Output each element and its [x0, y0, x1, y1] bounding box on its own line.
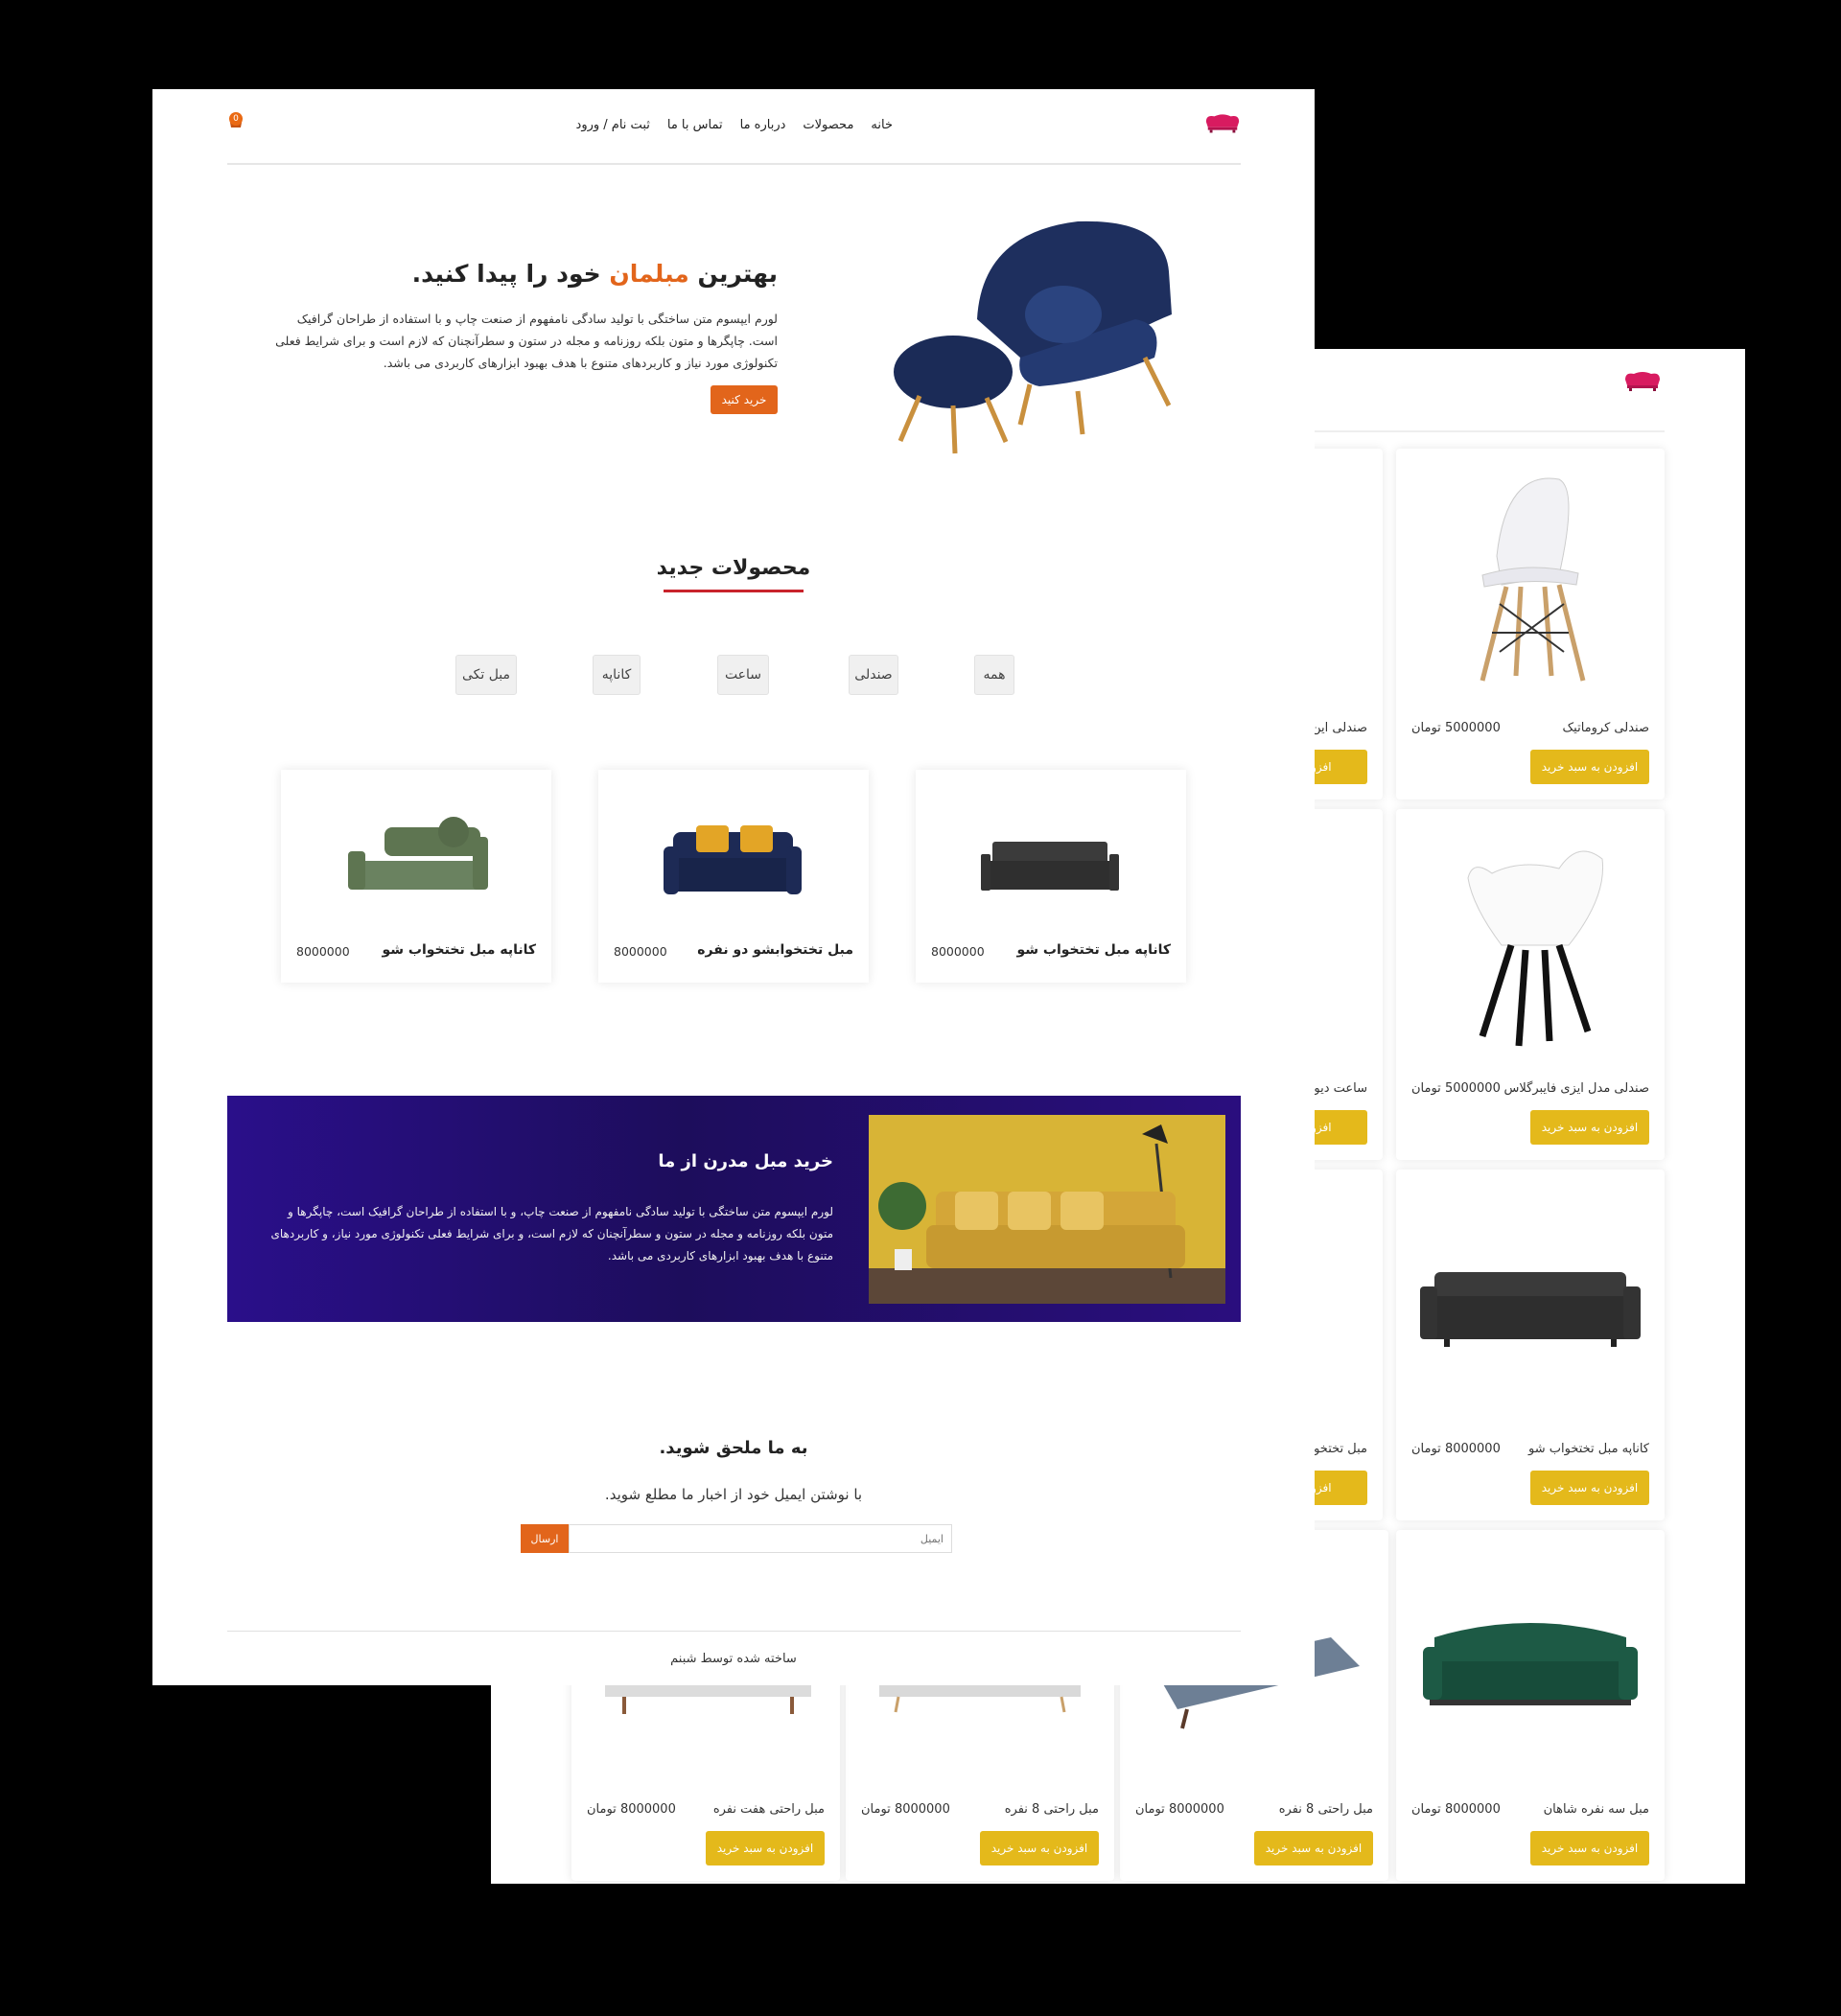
product-card[interactable]: مبل سه نفره شاهان 8000000 تومان افزودن ب… — [1396, 1530, 1665, 1881]
add-to-cart-button[interactable]: افزودن به سبد خرید — [1254, 1831, 1373, 1865]
add-to-cart-button[interactable]: افزودن به سبد خرید — [980, 1831, 1099, 1865]
product-name: صندلی مدل ایزی فایبرگلاس — [1503, 1081, 1650, 1096]
hero-title: بهترین مبلمان خود را پیدا کنید. — [411, 260, 778, 288]
add-to-cart-button[interactable]: افزودن به سبد خرید — [1530, 1110, 1649, 1145]
filter-sofas[interactable]: کاناپه — [593, 655, 641, 695]
navbar: خانه محصولات درباره ما تماس با ما ثبت نا… — [152, 89, 1315, 166]
filter-chairs[interactable]: صندلی — [849, 655, 898, 695]
product-price: 5000000 تومان — [1411, 1081, 1501, 1096]
product-card[interactable]: کاناپه مبل تختخواب شو 8000000 تومان افزو… — [1396, 1170, 1665, 1520]
living-room-image — [869, 1115, 1225, 1304]
nav-item-products[interactable]: محصولات — [803, 118, 853, 132]
product-card[interactable]: مبل تختخوابشو دو نفره 8000000 — [598, 770, 869, 983]
add-to-cart-button[interactable]: افزودن به سبد خرید — [706, 1831, 825, 1865]
product-price: 8000000 تومان — [1411, 1802, 1501, 1817]
newsletter-subtitle: با نوشتن ایمیل خود از اخبار ما مطلع شوید… — [604, 1486, 863, 1503]
nav-item-about[interactable]: درباره ما — [740, 118, 786, 132]
product-price: 8000000 — [296, 944, 350, 959]
armchair-ottoman-image — [894, 220, 1172, 454]
product-card[interactable]: صندلی مدل ایزی فایبرگلاس 5000000 تومان ا… — [1396, 809, 1665, 1160]
section-title: محصولات جدید — [656, 556, 811, 580]
white-shell-chair-icon — [1467, 850, 1604, 1047]
green-sofa-icon — [1423, 1623, 1638, 1705]
footer-credit: ساخته شده توسط شبنم — [670, 1652, 797, 1666]
product-card[interactable]: کاناپه مبل تختخواب شو 8000000 — [916, 770, 1186, 983]
banner-description: لورم ایپسوم متن ساختگی با تولید سادگی نا… — [270, 1205, 834, 1263]
product-price: 8000000 تومان — [1411, 1442, 1501, 1456]
product-price: 8000000 تومان — [861, 1802, 950, 1817]
product-price: 5000000 تومان — [1411, 721, 1501, 735]
add-to-cart-button[interactable]: افزودن به سبد خرید — [1530, 1471, 1649, 1505]
promo-banner: خرید مبل مدرن از ما لورم ایپسوم متن ساخت… — [227, 1096, 1241, 1322]
product-name: صندلی کروماتیک — [1562, 721, 1649, 735]
product-name: مبل راحتی هفت نفره — [712, 1802, 825, 1817]
section-title-underline — [664, 590, 804, 592]
home-page: خانه محصولات درباره ما تماس با ما ثبت نا… — [152, 89, 1315, 1685]
filter-all[interactable]: همه — [974, 655, 1014, 695]
cart-count-badge: 0 — [229, 112, 243, 126]
product-price: 8000000 — [931, 944, 985, 959]
newsletter-title: به ما ملحق شوید. — [659, 1438, 808, 1458]
banner-title: خرید مبل مدرن از ما — [658, 1151, 833, 1171]
product-name: مبل تختخوابشو دو نفره — [697, 942, 853, 958]
sofa-logo-icon[interactable] — [1203, 112, 1242, 133]
dark-sofa-icon — [1420, 1272, 1641, 1347]
footer-divider — [227, 1631, 1241, 1632]
white-chair-icon — [1480, 477, 1586, 682]
hero-title-accent: مبلمان — [609, 260, 689, 288]
product-card[interactable]: کاناپه مبل تختخواب شو 8000000 — [281, 770, 551, 983]
green-daybed-icon — [348, 817, 488, 890]
dark-sofa-icon — [981, 842, 1119, 891]
send-button[interactable]: ارسال — [521, 1524, 569, 1553]
nav-item-home[interactable]: خانه — [871, 118, 893, 132]
product-name: مبل تختخوا — [1310, 1442, 1367, 1456]
sofa-logo-icon[interactable] — [1622, 370, 1663, 391]
product-name: کاناپه مبل تختخواب شو — [1016, 942, 1171, 958]
nav-divider — [227, 163, 1241, 165]
product-price: 8000000 تومان — [587, 1802, 676, 1817]
product-name: مبل راحتی 8 نفره — [1004, 1802, 1099, 1817]
email-field[interactable] — [569, 1524, 952, 1553]
product-price: 8000000 — [614, 944, 667, 959]
product-name: کاناپه مبل تختخواب شو — [1528, 1442, 1649, 1456]
filter-armchairs[interactable]: مبل تکی — [455, 655, 517, 695]
hero-description: لورم ایپسوم متن ساختگی با تولید سادگی نا… — [275, 312, 778, 370]
nav-item-login[interactable]: ثبت نام / ورود — [576, 118, 650, 132]
product-name: مبل سه نفره شاهان — [1543, 1802, 1649, 1817]
add-to-cart-button[interactable]: افزودن به سبد خرید — [1530, 1831, 1649, 1865]
shop-now-button[interactable]: خرید کنید — [711, 385, 778, 414]
product-price: 8000000 تومان — [1135, 1802, 1224, 1817]
product-name: مبل راحتی 8 نفره — [1278, 1802, 1373, 1817]
product-name: صندلی این — [1312, 721, 1367, 735]
product-card[interactable]: صندلی کروماتیک 5000000 تومان افزودن به س… — [1396, 449, 1665, 799]
filter-clocks[interactable]: ساعت — [717, 655, 769, 695]
navy-sofa-icon — [664, 825, 802, 894]
nav-item-contact[interactable]: تماس با ما — [667, 118, 723, 132]
nav-menu: خانه محصولات درباره ما تماس با ما ثبت نا… — [576, 118, 893, 132]
product-name: کاناپه مبل تختخواب شو — [382, 942, 536, 958]
add-to-cart-button[interactable]: افزودن به سبد خرید — [1530, 750, 1649, 784]
